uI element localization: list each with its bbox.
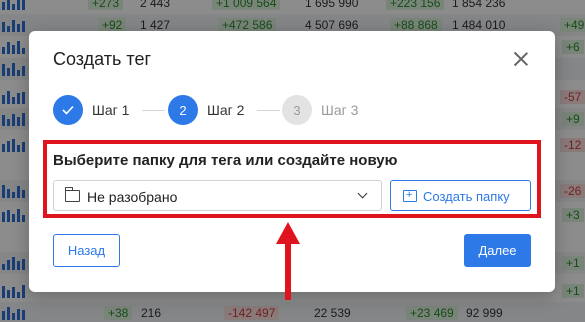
step-number: 3 [282,95,312,125]
folder-select-value: Не разобрано [87,189,178,205]
folder-icon [64,187,80,202]
annotation-arrow [276,222,300,300]
folder-section-label: Выберите папку для тега или создайте нов… [53,152,398,169]
step-label: Шаг 2 [207,102,245,118]
step-connector [142,110,165,111]
create-folder-label: Создать папку [423,189,510,204]
step-3: 3 Шаг 3 [282,95,358,125]
back-button[interactable]: Назад [53,234,120,267]
create-folder-button[interactable]: Создать папку [390,180,531,211]
folder-plus-icon [403,188,417,202]
next-button[interactable]: Далее [464,234,531,267]
step-number: 2 [168,95,198,125]
close-icon[interactable] [510,48,532,70]
folder-select[interactable]: Не разобрано [53,180,382,211]
step-label: Шаг 3 [321,102,359,118]
arrow-shaft [285,240,291,300]
step-1: Шаг 1 [53,95,129,125]
step-label: Шаг 1 [92,102,130,118]
dialog-title: Создать тег [53,49,152,69]
chevron-down-icon [357,188,368,199]
checkmark-icon [53,95,83,125]
step-2: 2 Шаг 2 [168,95,244,125]
step-connector [257,110,280,111]
